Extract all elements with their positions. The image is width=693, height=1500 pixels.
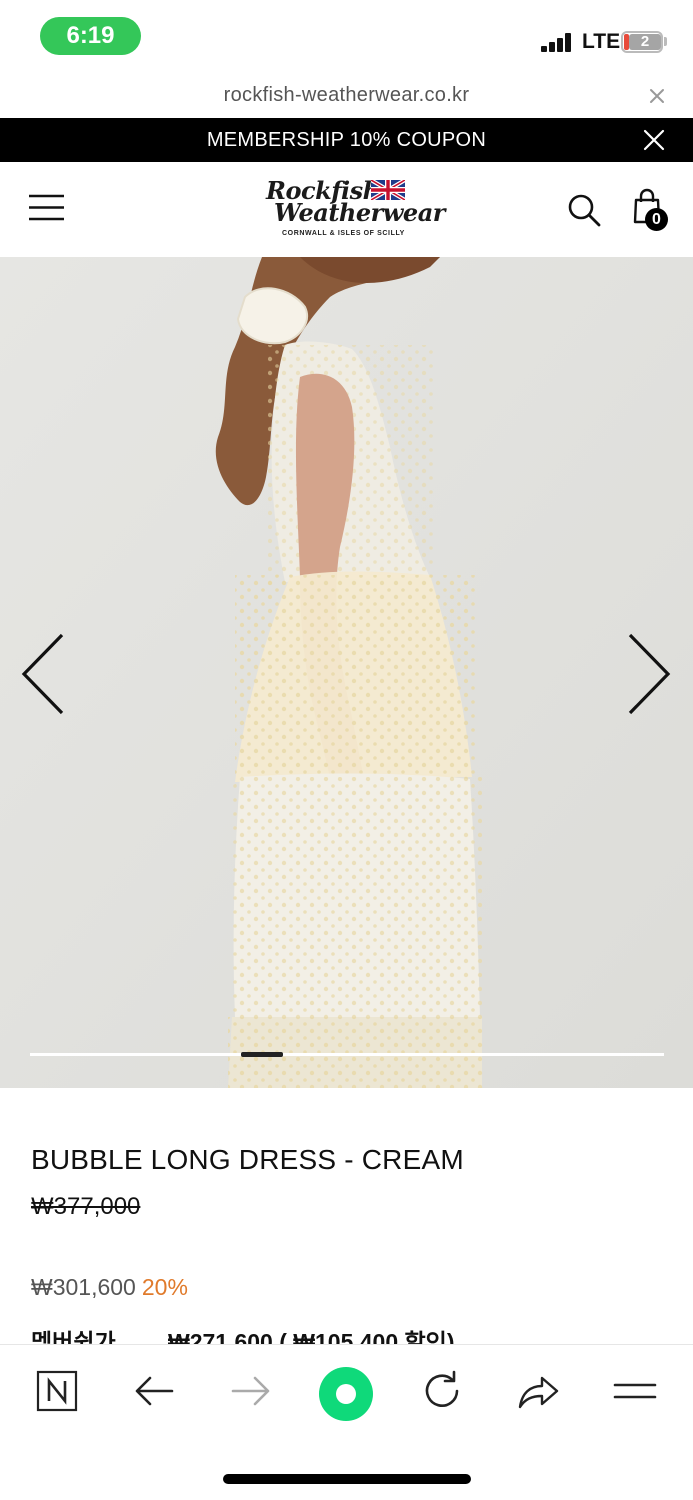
network-label: LTE bbox=[582, 30, 621, 53]
share-icon[interactable] bbox=[516, 1369, 560, 1413]
forward-arrow-icon[interactable] bbox=[229, 1369, 273, 1413]
brand-logo[interactable]: Rockfish Weatherwear CORNWALL & ISLES OF… bbox=[258, 174, 445, 244]
close-icon[interactable] bbox=[649, 88, 665, 104]
status-bar: 6:19 LTE 2 bbox=[0, 0, 693, 72]
logo-subtitle: CORNWALL & ISLES OF SCILLY bbox=[282, 230, 405, 237]
gallery-progress-track[interactable] bbox=[30, 1053, 664, 1056]
search-icon[interactable] bbox=[567, 193, 601, 227]
close-icon[interactable] bbox=[643, 129, 665, 151]
union-flag-icon bbox=[371, 180, 405, 200]
naver-home-icon[interactable] bbox=[35, 1369, 79, 1413]
promo-text[interactable]: MEMBERSHIP 10% COUPON bbox=[0, 129, 693, 152]
product-title: BUBBLE LONG DRESS - CREAM bbox=[31, 1144, 464, 1175]
url-text[interactable]: rockfish-weatherwear.co.kr bbox=[0, 84, 693, 107]
membership-price-row: 멤버쉽가 ₩271,600 ( ₩105,400 할인) bbox=[31, 1323, 671, 1345]
membership-price: ₩271,600 ( ₩105,400 할인) bbox=[168, 1329, 455, 1345]
signal-icon bbox=[541, 32, 577, 52]
home-indicator[interactable] bbox=[223, 1474, 471, 1484]
logo-line2: Weatherwear bbox=[274, 198, 445, 227]
discount-percent: 20% bbox=[141, 1274, 188, 1300]
gallery-progress-thumb[interactable] bbox=[241, 1052, 283, 1057]
product-photo bbox=[0, 257, 693, 1088]
green-dot-button[interactable] bbox=[318, 1366, 374, 1422]
sale-price: ₩301,600 bbox=[31, 1274, 136, 1300]
hamburger-menu-icon[interactable] bbox=[29, 194, 64, 221]
url-bar[interactable]: rockfish-weatherwear.co.kr bbox=[0, 72, 693, 118]
back-arrow-icon[interactable] bbox=[132, 1369, 176, 1413]
battery-icon: 2 bbox=[621, 31, 663, 53]
battery-level: 2 bbox=[629, 34, 661, 50]
reload-icon[interactable] bbox=[420, 1369, 464, 1413]
status-time[interactable]: 6:19 bbox=[40, 17, 141, 55]
membership-label: 멤버쉽가 bbox=[31, 1329, 116, 1345]
original-price: ₩377,000 bbox=[31, 1193, 141, 1220]
promo-banner[interactable]: MEMBERSHIP 10% COUPON bbox=[0, 118, 693, 162]
cart-button[interactable]: 0 bbox=[632, 188, 672, 234]
battery-tip bbox=[664, 37, 667, 46]
cart-count-badge: 0 bbox=[645, 208, 668, 231]
menu-icon[interactable] bbox=[613, 1369, 657, 1413]
previous-image-arrow-icon[interactable] bbox=[18, 631, 68, 717]
next-image-arrow-icon[interactable] bbox=[624, 631, 674, 717]
product-image-gallery[interactable] bbox=[0, 257, 693, 1088]
sale-price-row: ₩301,600 20% bbox=[31, 1274, 188, 1301]
site-header: Rockfish Weatherwear CORNWALL & ISLES OF… bbox=[0, 162, 693, 257]
